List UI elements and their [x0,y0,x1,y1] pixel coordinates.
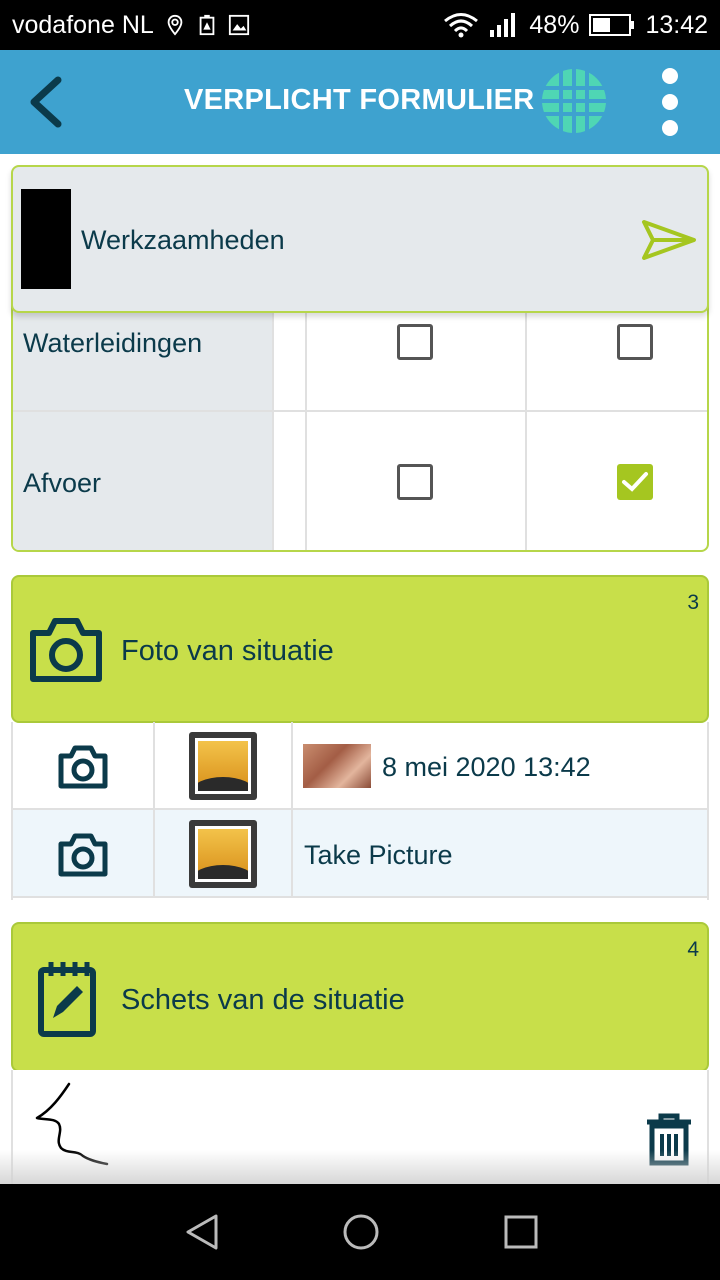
nav-recents-icon[interactable] [501,1212,541,1252]
navigation-bar [0,1184,720,1280]
globe-icon [541,68,607,134]
photo-section-header[interactable]: Foto van situatie 3 [11,575,709,723]
wifi-icon [444,13,479,38]
checkmark-icon [622,472,648,492]
section-title: Schets van de situatie [121,984,405,1016]
form-section-title: Werkzaamheden [81,225,285,255]
redacted-block [21,189,71,289]
battery-icon [589,14,635,36]
nav-back-icon[interactable] [182,1212,222,1252]
section-number: 3 [687,591,699,614]
checkbox[interactable] [397,464,433,500]
signal-icon [490,13,516,37]
carrier-name: vodafone NL [12,10,154,39]
photo-timestamp: 8 mei 2020 13:42 [382,752,591,782]
row-label-cell: Afvoer [13,412,272,550]
camera-icon[interactable] [57,744,109,790]
page-title: VERPLICHT FORMULIER [184,84,535,116]
checkbox[interactable] [617,324,653,360]
checklist-table: Waterleidingen Afvoer [11,300,709,552]
list-item: Take Picture [13,810,707,898]
table-row: Afvoer [13,412,707,550]
gallery-icon[interactable] [189,732,257,800]
table-row: Waterleidingen [13,300,707,412]
gallery-icon[interactable] [189,820,257,888]
row-label-cell: Waterleidingen [13,300,272,410]
checkbox-checked[interactable] [617,464,653,500]
row-label: Waterleidingen [23,328,203,358]
battery-warning-icon [199,14,215,36]
row-label: Afvoer [23,468,102,498]
camera-icon[interactable] [57,832,109,878]
more-vert-icon[interactable] [654,64,686,140]
photo-list: 8 mei 2020 13:42 Take Picture [11,722,709,900]
camera-icon [30,618,102,682]
checkbox[interactable] [397,324,433,360]
back-arrow-icon[interactable] [22,76,72,128]
status-bar: vodafone NL 48% 13:42 [0,0,720,50]
photo-thumbnail[interactable] [303,744,371,788]
location-icon [167,14,183,36]
battery-percentage: 48% [529,10,580,39]
list-item: 8 mei 2020 13:42 [13,722,707,810]
section-number: 4 [687,938,699,961]
send-icon[interactable] [641,219,697,261]
form-header-card: Werkzaamheden [11,165,709,313]
scroll-fade [0,1150,720,1184]
take-picture-label[interactable]: Take Picture [304,840,453,871]
notepad-pencil-icon [38,962,96,1037]
clock: 13:42 [645,10,708,39]
image-icon [228,14,249,36]
sketch-section-header[interactable]: Schets van de situatie 4 [11,922,709,1072]
section-title: Foto van situatie [121,635,334,667]
app-bar: VERPLICHT FORMULIER [0,50,720,154]
nav-home-icon[interactable] [341,1212,381,1252]
